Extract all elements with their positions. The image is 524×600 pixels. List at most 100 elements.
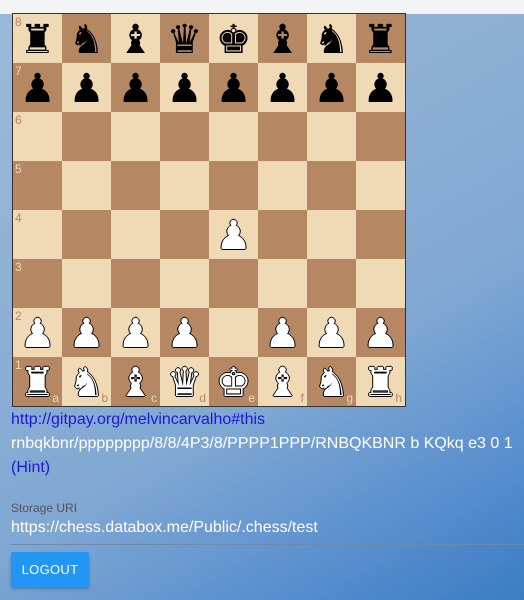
square-h1[interactable]: h ♜	[356, 357, 405, 406]
square-f6[interactable]	[258, 112, 307, 161]
square-g4[interactable]	[307, 210, 356, 259]
square-f8[interactable]: ♝	[258, 14, 307, 63]
white-pawn-icon[interactable]: ♟	[20, 314, 56, 354]
black-pawn-icon[interactable]: ♟	[20, 69, 56, 109]
black-pawn-icon[interactable]: ♟	[363, 69, 399, 109]
white-rook-icon[interactable]: ♜	[363, 363, 399, 403]
square-f4[interactable]	[258, 210, 307, 259]
square-c7[interactable]: ♟	[111, 63, 160, 112]
square-a2[interactable]: 2 ♟	[13, 308, 62, 357]
square-c8[interactable]: ♝	[111, 14, 160, 63]
black-rook-icon[interactable]: ♜	[20, 20, 56, 60]
square-g2[interactable]: ♟	[307, 308, 356, 357]
square-h4[interactable]	[356, 210, 405, 259]
square-g6[interactable]	[307, 112, 356, 161]
square-b8[interactable]: ♞	[62, 14, 111, 63]
square-d8[interactable]: ♛	[160, 14, 209, 63]
square-d6[interactable]	[160, 112, 209, 161]
square-c3[interactable]	[111, 259, 160, 308]
hint-link[interactable]: (Hint)	[11, 459, 50, 477]
square-d7[interactable]: ♟	[160, 63, 209, 112]
white-pawn-icon[interactable]: ♟	[314, 314, 350, 354]
square-b7[interactable]: ♟	[62, 63, 111, 112]
black-pawn-icon[interactable]: ♟	[314, 69, 350, 109]
square-a1[interactable]: 1 a ♜	[13, 357, 62, 406]
square-g1[interactable]: g ♞	[307, 357, 356, 406]
square-a5[interactable]: 5	[13, 161, 62, 210]
black-pawn-icon[interactable]: ♟	[216, 69, 252, 109]
black-bishop-icon[interactable]: ♝	[265, 20, 301, 60]
square-d5[interactable]	[160, 161, 209, 210]
white-knight-icon[interactable]: ♞	[314, 363, 350, 403]
square-d4[interactable]	[160, 210, 209, 259]
black-pawn-icon[interactable]: ♟	[167, 69, 203, 109]
chess-board[interactable]: 8 ♜ ♞ ♝ ♛ ♚ ♝ ♞ ♜ 7 ♟ ♟ ♟ ♟ ♟ ♟ ♟ ♟ 6 5 4 ♟ 3 2 ♟ ♟ ♟ ♟ ♟ ♟ ♟ 1 a ♜ b ♞ c ♝ d ♛…	[12, 13, 406, 407]
square-b6[interactable]	[62, 112, 111, 161]
black-pawn-icon[interactable]: ♟	[118, 69, 154, 109]
square-c2[interactable]: ♟	[111, 308, 160, 357]
black-pawn-icon[interactable]: ♟	[69, 69, 105, 109]
square-h5[interactable]	[356, 161, 405, 210]
square-f3[interactable]	[258, 259, 307, 308]
square-h7[interactable]: ♟	[356, 63, 405, 112]
square-h2[interactable]: ♟	[356, 308, 405, 357]
square-f5[interactable]	[258, 161, 307, 210]
square-g8[interactable]: ♞	[307, 14, 356, 63]
square-a6[interactable]: 6	[13, 112, 62, 161]
square-b2[interactable]: ♟	[62, 308, 111, 357]
square-a7[interactable]: 7 ♟	[13, 63, 62, 112]
black-bishop-icon[interactable]: ♝	[118, 20, 154, 60]
black-rook-icon[interactable]: ♜	[363, 20, 399, 60]
white-rook-icon[interactable]: ♜	[20, 363, 56, 403]
square-f7[interactable]: ♟	[258, 63, 307, 112]
square-c1[interactable]: c ♝	[111, 357, 160, 406]
square-h6[interactable]	[356, 112, 405, 161]
square-e5[interactable]	[209, 161, 258, 210]
white-king-icon[interactable]: ♚	[216, 363, 252, 403]
square-b5[interactable]	[62, 161, 111, 210]
square-f2[interactable]: ♟	[258, 308, 307, 357]
square-b3[interactable]	[62, 259, 111, 308]
square-g5[interactable]	[307, 161, 356, 210]
white-queen-icon[interactable]: ♛	[167, 363, 203, 403]
square-h8[interactable]: ♜	[356, 14, 405, 63]
black-king-icon[interactable]: ♚	[216, 20, 252, 60]
square-f1[interactable]: f ♝	[258, 357, 307, 406]
white-pawn-icon[interactable]: ♟	[216, 216, 252, 256]
square-a4[interactable]: 4	[13, 210, 62, 259]
square-b4[interactable]	[62, 210, 111, 259]
black-knight-icon[interactable]: ♞	[69, 20, 105, 60]
square-b1[interactable]: b ♞	[62, 357, 111, 406]
white-pawn-icon[interactable]: ♟	[69, 314, 105, 354]
square-c4[interactable]	[111, 210, 160, 259]
square-e4[interactable]: ♟	[209, 210, 258, 259]
square-a8[interactable]: 8 ♜	[13, 14, 62, 63]
square-e8[interactable]: ♚	[209, 14, 258, 63]
white-knight-icon[interactable]: ♞	[69, 363, 105, 403]
white-pawn-icon[interactable]: ♟	[363, 314, 399, 354]
square-e7[interactable]: ♟	[209, 63, 258, 112]
square-a3[interactable]: 3	[13, 259, 62, 308]
square-h3[interactable]	[356, 259, 405, 308]
white-bishop-icon[interactable]: ♝	[265, 363, 301, 403]
square-e2[interactable]	[209, 308, 258, 357]
storage-uri-field[interactable]: https://chess.databox.me/Public/.chess/t…	[11, 519, 318, 537]
black-pawn-icon[interactable]: ♟	[265, 69, 301, 109]
square-d1[interactable]: d ♛	[160, 357, 209, 406]
square-e6[interactable]	[209, 112, 258, 161]
square-g7[interactable]: ♟	[307, 63, 356, 112]
black-knight-icon[interactable]: ♞	[314, 20, 350, 60]
white-pawn-icon[interactable]: ♟	[167, 314, 203, 354]
square-c5[interactable]	[111, 161, 160, 210]
gitpay-link[interactable]: http://gitpay.org/melvincarvalho#this	[11, 411, 265, 429]
black-queen-icon[interactable]: ♛	[167, 20, 203, 60]
square-e3[interactable]	[209, 259, 258, 308]
white-pawn-icon[interactable]: ♟	[265, 314, 301, 354]
square-c6[interactable]	[111, 112, 160, 161]
logout-button[interactable]: LOGOUT	[11, 552, 89, 587]
square-e1[interactable]: e ♚	[209, 357, 258, 406]
square-d2[interactable]: ♟	[160, 308, 209, 357]
square-g3[interactable]	[307, 259, 356, 308]
white-bishop-icon[interactable]: ♝	[118, 363, 154, 403]
square-d3[interactable]	[160, 259, 209, 308]
